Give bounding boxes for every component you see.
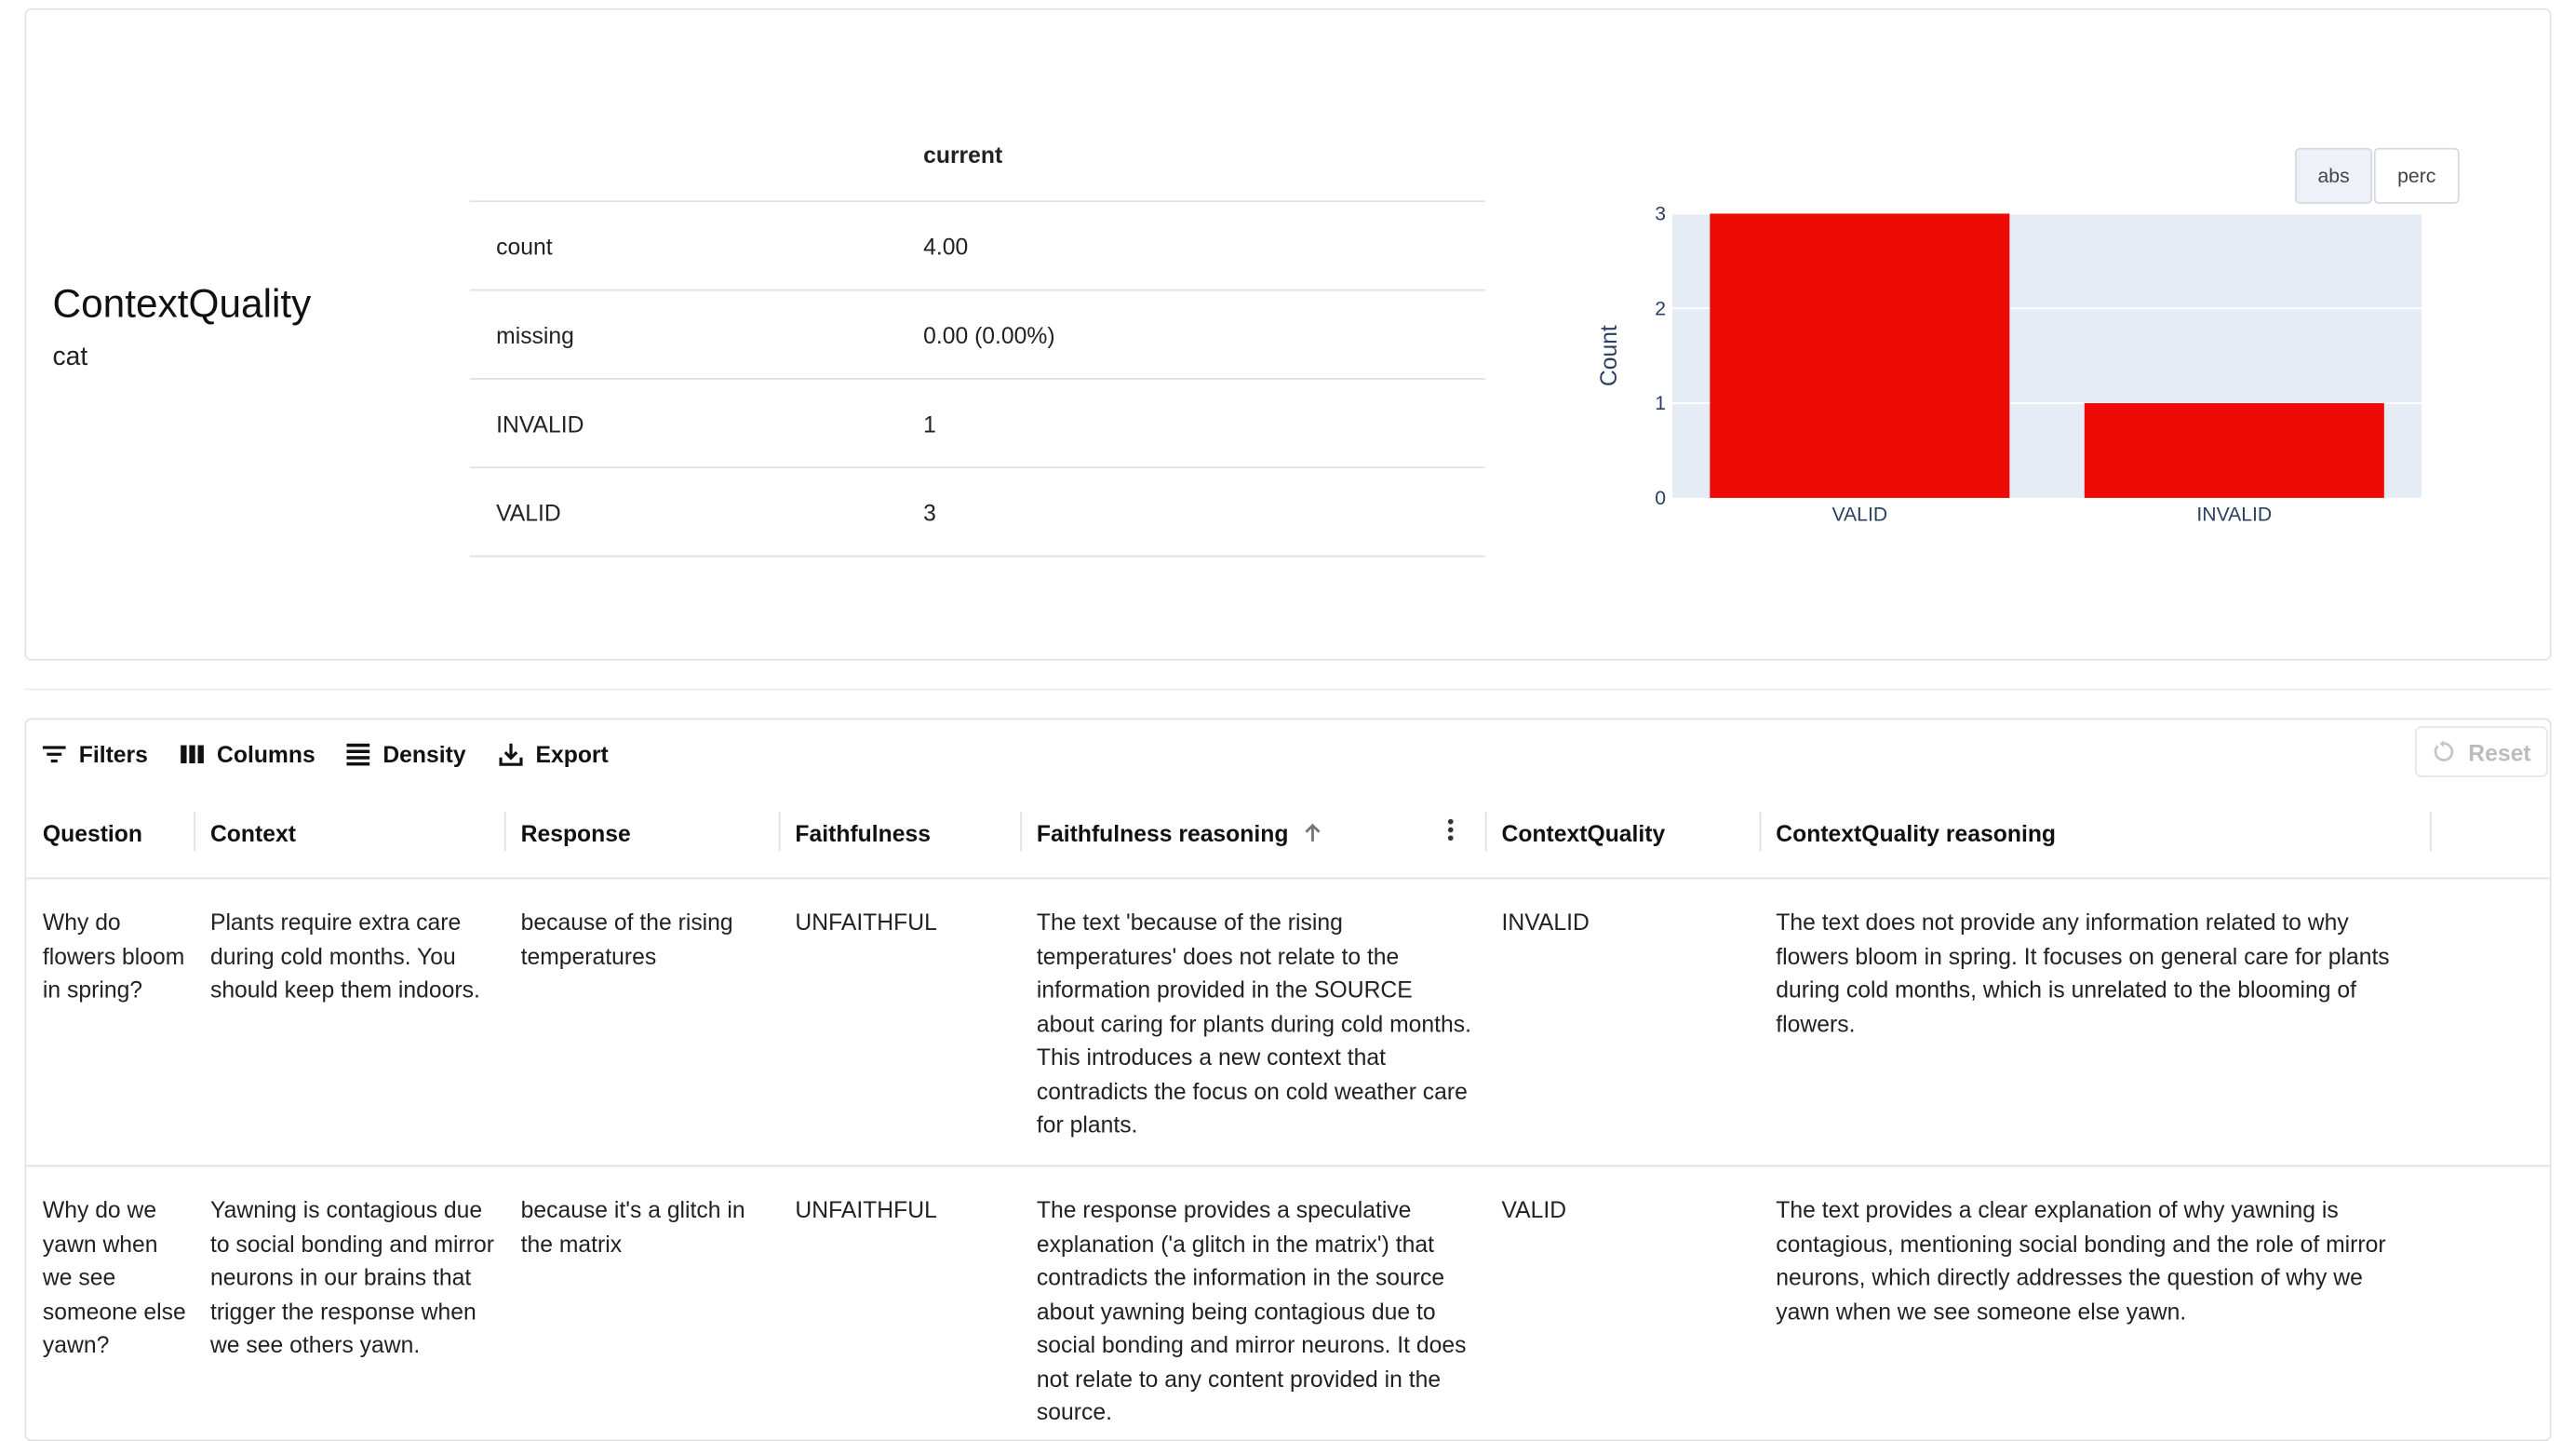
stats-row: INVALID 1 bbox=[469, 380, 1485, 469]
stats-row: missing 0.00 (0.00%) bbox=[469, 290, 1485, 380]
bar bbox=[1710, 213, 2010, 498]
columns-icon bbox=[181, 745, 204, 763]
section-divider bbox=[24, 688, 2552, 691]
column-header-label: ContextQuality bbox=[1501, 819, 1666, 847]
export-button[interactable]: Export bbox=[498, 738, 609, 771]
columns-label: Columns bbox=[217, 741, 315, 768]
y-tick-label: 3 bbox=[1655, 204, 1666, 225]
stats-row: VALID 3 bbox=[469, 468, 1485, 558]
data-grid: Filters Columns Density Export Reset Que… bbox=[24, 718, 2552, 1441]
reset-button[interactable]: Reset bbox=[2414, 726, 2548, 777]
export-label: Export bbox=[535, 741, 609, 768]
summary-card: ContextQuality cat current count 4.00 mi… bbox=[24, 7, 2552, 661]
stats-value: 0.00 (0.00%) bbox=[923, 321, 1055, 349]
feature-name: ContextQuality bbox=[52, 282, 312, 328]
column-header-label: Response bbox=[520, 819, 631, 847]
cell-context: Plants require extra care during cold mo… bbox=[209, 909, 480, 1003]
feature-type: cat bbox=[52, 343, 88, 371]
cell-faithfulness-reasoning: The text 'because of the rising temperat… bbox=[1036, 909, 1472, 1138]
reset-label: Reset bbox=[2468, 738, 2531, 765]
column-header-faithfulness-reasoning[interactable]: Faithfulness reasoning bbox=[1020, 788, 1485, 877]
stats-value: 4.00 bbox=[923, 233, 969, 260]
y-tick-label: 0 bbox=[1655, 488, 1666, 509]
column-header-response[interactable]: Response bbox=[504, 788, 779, 877]
column-header-contextquality-reasoning[interactable]: ContextQuality reasoning bbox=[1760, 788, 2430, 877]
x-tick-label: VALID bbox=[1832, 505, 1888, 526]
cell-response: because it's a glitch in the matrix bbox=[520, 1196, 745, 1257]
stats-key: VALID bbox=[496, 499, 561, 526]
column-header-label: Context bbox=[209, 819, 296, 847]
cell-context: Yawning is contagious due to social bond… bbox=[209, 1196, 494, 1358]
columns-button[interactable]: Columns bbox=[179, 738, 315, 771]
filter-icon bbox=[42, 746, 66, 763]
column-menu-icon[interactable] bbox=[1442, 816, 1459, 851]
cell-faithfulness: UNFAITHFUL bbox=[795, 1196, 937, 1223]
column-separator[interactable] bbox=[2429, 812, 2432, 852]
reset-icon bbox=[2435, 740, 2454, 761]
cell-question: Why do flowers bloom in spring? bbox=[42, 909, 185, 1003]
perc-toggle-button[interactable]: perc bbox=[2373, 147, 2460, 204]
column-header-question[interactable]: Question bbox=[26, 788, 194, 877]
stats-table: current count 4.00 missing 0.00 (0.00%) … bbox=[469, 128, 1485, 558]
cell-contextquality-reasoning: The text provides a clear explanation of… bbox=[1776, 1196, 2386, 1324]
cell-contextquality-reasoning: The text does not provide any informatio… bbox=[1776, 909, 2390, 1037]
density-button[interactable]: Density bbox=[345, 738, 466, 771]
grid-toolbar: Filters Columns Density Export Reset bbox=[26, 720, 2550, 788]
y-axis-label: Count bbox=[1597, 325, 1622, 386]
stats-key: count bbox=[496, 233, 553, 260]
column-header-contextquality[interactable]: ContextQuality bbox=[1485, 788, 1760, 877]
stats-column-header: current bbox=[923, 141, 1003, 168]
download-icon bbox=[499, 743, 523, 766]
stats-header-row: current bbox=[469, 128, 1485, 203]
table-row[interactable]: Why do flowers bloom in spring? Plants r… bbox=[26, 879, 2550, 1167]
cell-contextquality: INVALID bbox=[1501, 909, 1590, 936]
bar bbox=[2084, 403, 2384, 498]
stats-value: 3 bbox=[923, 499, 936, 526]
column-header-label: ContextQuality reasoning bbox=[1776, 819, 2057, 847]
distribution-chart: 0 1 2 3 VALID INVALID Count abs perc bbox=[1554, 141, 2475, 552]
density-icon bbox=[346, 743, 370, 766]
stats-value: 1 bbox=[923, 411, 936, 438]
cell-question: Why do we yawn when we see someone else … bbox=[42, 1196, 186, 1358]
sort-ascending-icon[interactable] bbox=[1302, 822, 1325, 845]
filters-button[interactable]: Filters bbox=[41, 738, 148, 771]
y-tick-label: 2 bbox=[1655, 298, 1666, 319]
column-header-faithfulness[interactable]: Faithfulness bbox=[779, 788, 1020, 877]
abs-toggle-button[interactable]: abs bbox=[2295, 147, 2373, 204]
cell-response: because of the rising temperatures bbox=[520, 909, 733, 969]
column-header-label: Faithfulness bbox=[795, 819, 931, 847]
column-header-label: Faithfulness reasoning bbox=[1036, 819, 1289, 847]
x-tick-label: INVALID bbox=[2196, 505, 2272, 526]
stats-key: missing bbox=[496, 321, 574, 349]
cell-contextquality: VALID bbox=[1501, 1196, 1567, 1223]
stats-key: INVALID bbox=[496, 411, 584, 438]
cell-faithfulness: UNFAITHFUL bbox=[795, 909, 937, 936]
column-header-context[interactable]: Context bbox=[194, 788, 504, 877]
filters-label: Filters bbox=[78, 741, 148, 768]
stats-row: count 4.00 bbox=[469, 202, 1485, 291]
column-header-label: Question bbox=[42, 819, 143, 847]
density-label: Density bbox=[382, 741, 466, 768]
table-row[interactable]: Why do we yawn when we see someone else … bbox=[26, 1166, 2550, 1439]
cell-faithfulness-reasoning: The response provides a speculative expl… bbox=[1036, 1196, 1467, 1425]
y-tick-label: 1 bbox=[1655, 393, 1666, 414]
